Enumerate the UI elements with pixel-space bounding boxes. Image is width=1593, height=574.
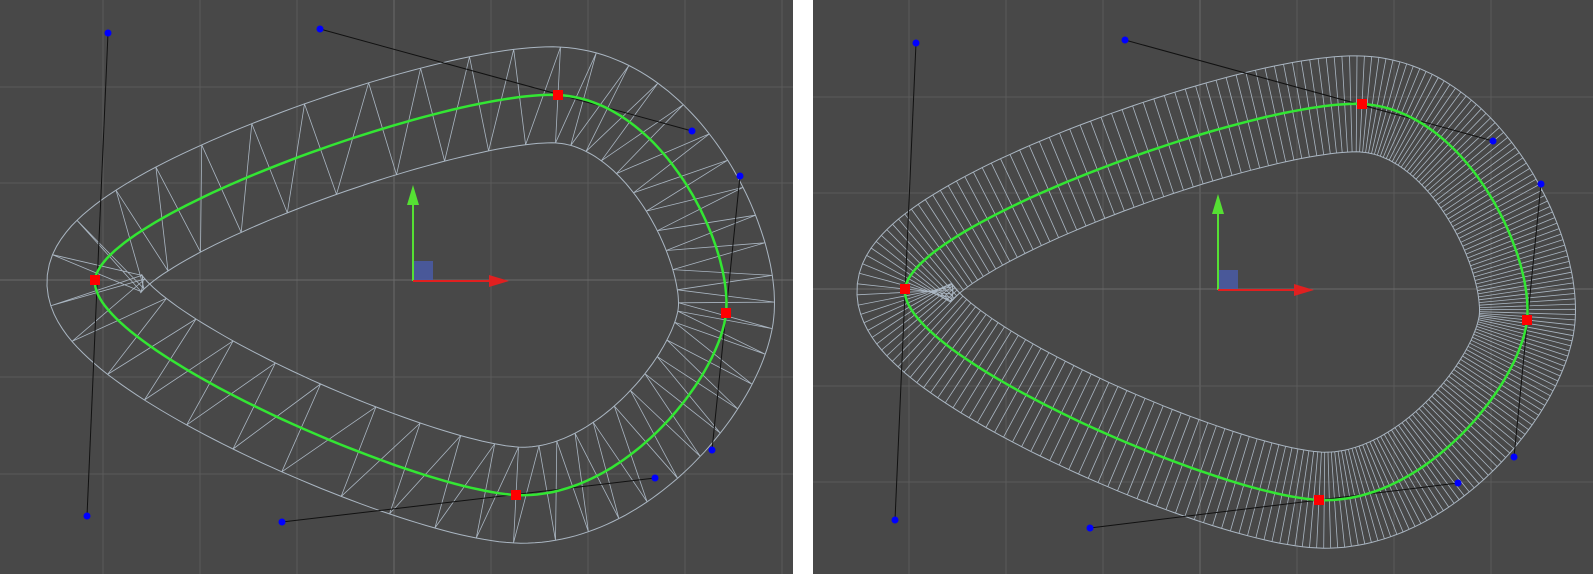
spline-anchor-point[interactable] <box>1522 315 1532 325</box>
tangent-handle-point[interactable] <box>1454 479 1462 487</box>
spline-anchor-point[interactable] <box>721 308 731 318</box>
tangent-handle-point[interactable] <box>651 474 659 482</box>
spline-anchor-point[interactable] <box>1357 99 1367 109</box>
tangent-handle-point[interactable] <box>316 25 324 33</box>
spline-anchor-point[interactable] <box>553 90 563 100</box>
gizmo-center-plane[interactable] <box>1218 270 1238 290</box>
gizmo-y-arrow-icon[interactable] <box>407 185 419 205</box>
gizmo-center-plane[interactable] <box>413 261 433 281</box>
tangent-handle-point[interactable] <box>708 446 716 454</box>
viewport-left[interactable] <box>0 0 793 574</box>
tangent-handle-point[interactable] <box>1086 524 1094 532</box>
spline-anchor-point[interactable] <box>511 490 521 500</box>
viewport-divider <box>793 0 813 574</box>
tangent-handle-point[interactable] <box>1489 137 1497 145</box>
tangent-handle-point[interactable] <box>891 516 899 524</box>
tangent-handle-point[interactable] <box>736 172 744 180</box>
gizmo-y-arrow-icon[interactable] <box>1212 194 1224 214</box>
tangent-handle-point[interactable] <box>912 39 920 47</box>
tangent-handle-point[interactable] <box>1510 453 1518 461</box>
tangent-line <box>281 477 656 523</box>
spline-curve[interactable] <box>93 93 728 497</box>
tangent-line <box>319 28 693 132</box>
tangent-handle-point[interactable] <box>83 512 91 520</box>
spline-anchor-point[interactable] <box>90 275 100 285</box>
viewport-right-canvas[interactable] <box>813 0 1593 574</box>
viewport-right[interactable] <box>813 0 1593 574</box>
viewport-left-canvas[interactable] <box>0 0 793 574</box>
tangent-handle-point[interactable] <box>1121 36 1129 44</box>
tangent-line <box>1089 482 1459 529</box>
gizmo-x-arrow-icon[interactable] <box>1294 284 1314 296</box>
spline-anchor-point[interactable] <box>1314 495 1324 505</box>
gizmo-x-arrow-icon[interactable] <box>489 275 509 287</box>
tangent-handle-point[interactable] <box>104 29 112 37</box>
mesh-wireframe-edges <box>50 46 775 544</box>
tangent-handle-point[interactable] <box>1537 180 1545 188</box>
spline-anchor-point[interactable] <box>900 284 910 294</box>
tangent-handle-point[interactable] <box>688 127 696 135</box>
tangent-handle-point[interactable] <box>278 518 286 526</box>
